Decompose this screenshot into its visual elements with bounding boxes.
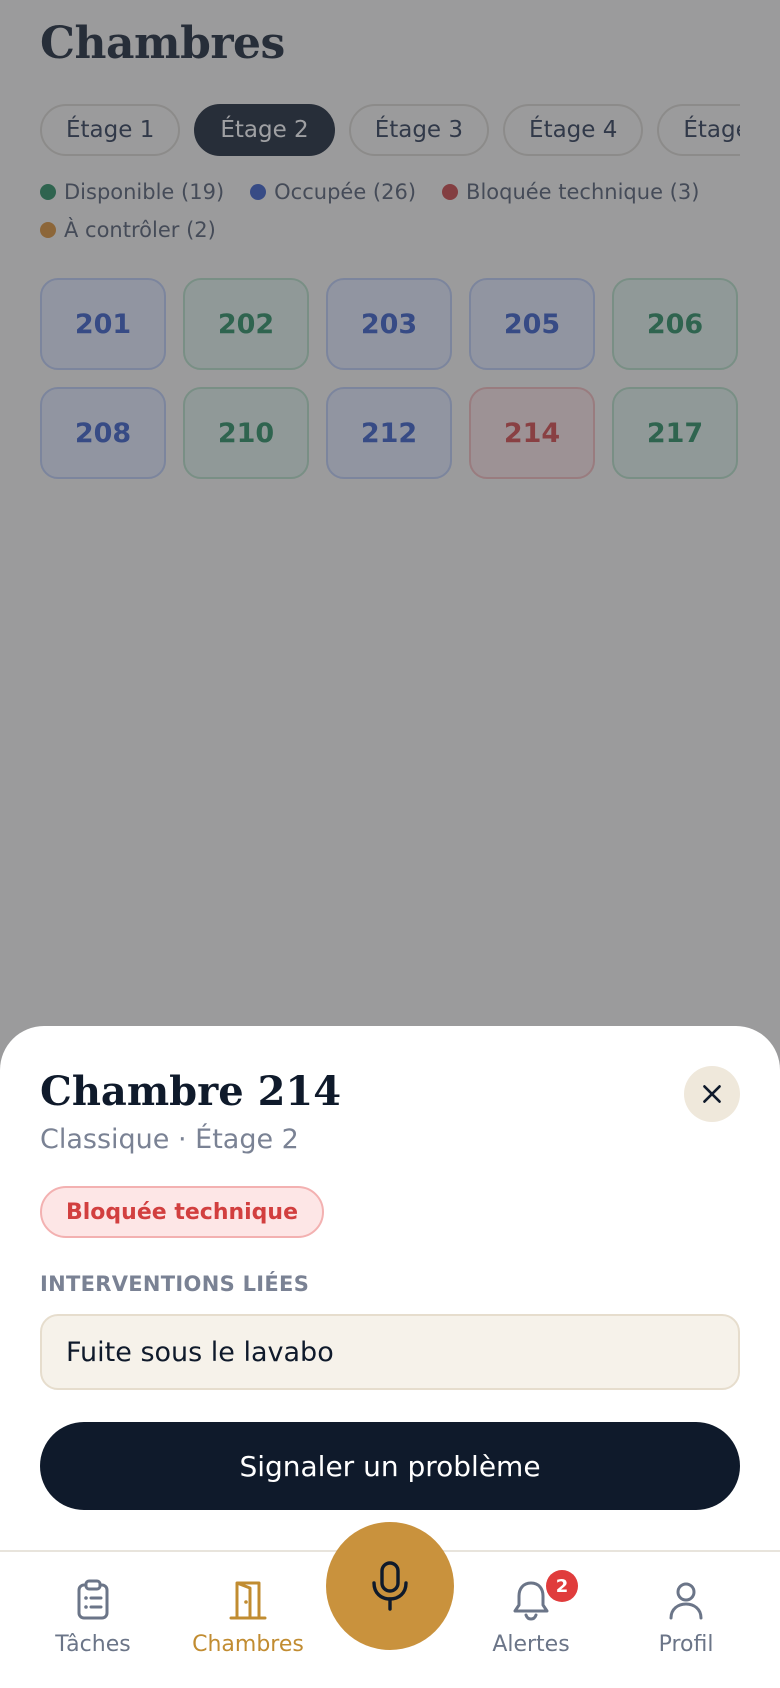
voice-command-button[interactable] (326, 1522, 454, 1650)
user-icon (664, 1578, 708, 1622)
notification-count-badge: 2 (546, 1570, 578, 1602)
close-button[interactable] (684, 1066, 740, 1122)
report-problem-button[interactable]: Signaler un problème (40, 1422, 740, 1510)
room-detail-sheet: Chambre 214 Classique · Étage 2 Bloquée … (0, 1026, 780, 1550)
bottom-nav: Tâches Chambres 2 Alertes Profil (0, 1522, 780, 1688)
nav-label: Alertes (492, 1632, 570, 1657)
sheet-subtitle: Classique · Étage 2 (40, 1124, 299, 1155)
nav-label: Profil (658, 1632, 714, 1657)
microphone-icon (372, 1561, 408, 1611)
nav-item-profil[interactable]: Profil (611, 1578, 761, 1678)
nav-label: Chambres (192, 1632, 304, 1657)
status-badge: Bloquée technique (40, 1186, 325, 1238)
sheet-title: Chambre 214 (40, 1068, 342, 1115)
door-icon (226, 1578, 270, 1622)
clipboard-icon (71, 1578, 115, 1622)
nav-item-chambres[interactable]: Chambres (173, 1578, 323, 1678)
nav-label: Tâches (55, 1632, 131, 1657)
interventions-section-label: INTERVENTIONS LIÉES (40, 1272, 310, 1296)
nav-item-alertes[interactable]: 2 Alertes (456, 1570, 606, 1678)
intervention-item[interactable]: Fuite sous le lavabo (40, 1314, 740, 1390)
close-icon (703, 1085, 721, 1103)
nav-item-taches[interactable]: Tâches (18, 1578, 168, 1678)
